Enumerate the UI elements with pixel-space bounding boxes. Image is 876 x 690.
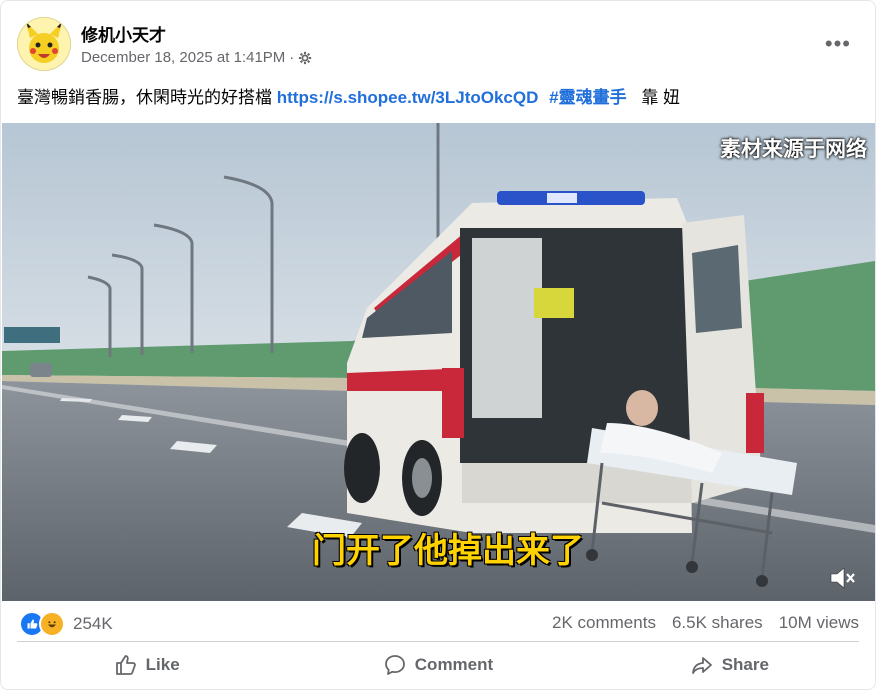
- video-watermark: 素材来源于网络: [720, 137, 867, 161]
- share-label: Share: [721, 655, 769, 674]
- comments-count[interactable]: 2K comments: [552, 613, 656, 633]
- comment-label: Comment: [414, 655, 494, 674]
- like-icon: [115, 655, 136, 675]
- post-card: 修机小天才 December 18, 2025 at 1:41PM · ••• …: [0, 0, 876, 690]
- privacy-gear-icon[interactable]: [298, 51, 312, 65]
- video-player[interactable]: 素材来源于网络 门开了他掉出来了: [2, 123, 875, 601]
- reactions-summary[interactable]: 254K: [19, 611, 113, 637]
- comment-button[interactable]: Comment: [292, 642, 583, 688]
- post-text-prefix: 臺灣暢銷香腸，休閑時光的好搭檔: [17, 88, 272, 107]
- share-icon: [691, 657, 712, 674]
- like-button[interactable]: Like: [1, 642, 292, 688]
- avatar-pikachu-icon: [18, 18, 70, 70]
- author-name[interactable]: 修机小天才: [81, 21, 166, 46]
- haha-reaction-icon: [39, 611, 65, 637]
- post-link[interactable]: https://s.shopee.tw/3LJtoOkcQD: [277, 88, 539, 107]
- action-bar: Like Comment Share: [1, 642, 875, 688]
- reaction-count: 254K: [73, 614, 113, 633]
- author-avatar[interactable]: [17, 17, 71, 71]
- post-meta: December 18, 2025 at 1:41PM ·: [81, 49, 312, 66]
- engagement-counts: 2K comments 6.5K shares 10M views: [552, 613, 859, 633]
- meta-separator: ·: [289, 49, 295, 66]
- post-timestamp[interactable]: December 18, 2025 at 1:41PM: [81, 49, 285, 66]
- post-header: 修机小天才 December 18, 2025 at 1:41PM · ••• …: [1, 1, 875, 121]
- mute-icon[interactable]: [827, 563, 857, 593]
- post-text-suffix: 靠 妞: [641, 88, 681, 107]
- comment-icon: [384, 655, 405, 675]
- post-text: 臺灣暢銷香腸，休閑時光的好搭檔 https://s.shopee.tw/3LJt…: [17, 83, 680, 108]
- share-button[interactable]: Share: [584, 642, 875, 688]
- shares-count[interactable]: 6.5K shares: [672, 613, 763, 633]
- views-count: 10M views: [778, 613, 859, 632]
- post-stats: 254K 2K comments 6.5K shares 10M views: [1, 601, 875, 645]
- video-subtitle: 门开了他掉出来了: [312, 531, 584, 571]
- like-label: Like: [145, 655, 180, 674]
- more-options-icon[interactable]: •••: [825, 31, 851, 57]
- post-hashtag[interactable]: #靈魂畫手: [549, 88, 626, 107]
